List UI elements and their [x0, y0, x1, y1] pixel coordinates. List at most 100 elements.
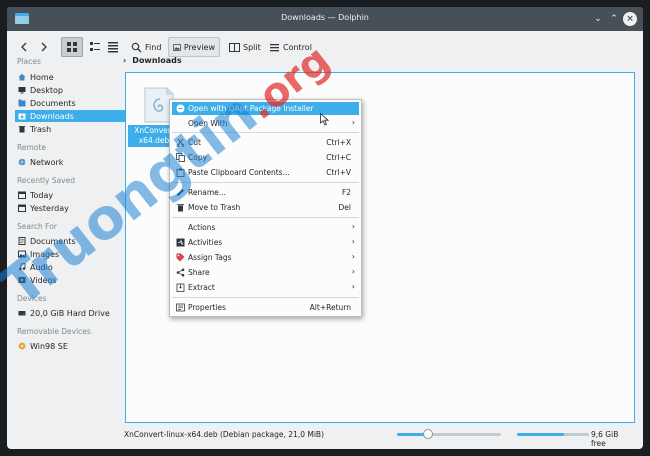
preview-button[interactable]: Preview: [168, 37, 220, 57]
desktop-icon: [18, 87, 26, 94]
titlebar[interactable]: Downloads — Dolphin ⌄ ⌃ ×: [7, 7, 643, 31]
sidebar-item-win98[interactable]: Win98 SE: [15, 340, 125, 352]
menu-item-paste[interactable]: Paste Clipboard Contents... Ctrl+V: [172, 166, 359, 179]
menu-item-shortcut: Ctrl+X: [326, 138, 351, 147]
menu-item-open-with-qapt[interactable]: Open with QApt Package Installer: [172, 102, 359, 115]
breadcrumb[interactable]: › Downloads: [123, 56, 182, 65]
split-view-icon: [229, 42, 240, 52]
zoom-slider[interactable]: [397, 429, 501, 439]
status-text: XnConvert-linux-x64.deb (Debian package,…: [124, 430, 324, 439]
menu-item-label: Properties: [188, 303, 226, 312]
removable-devices-header: Removable Devices: [17, 327, 91, 336]
sidebar-item-desktop[interactable]: Desktop: [15, 84, 125, 96]
sidebar-item-trash[interactable]: Trash: [15, 123, 125, 135]
sidebar-item-label: Images: [30, 249, 60, 259]
menu-item-label: Share: [188, 268, 210, 277]
menu-item-cut[interactable]: Cut Ctrl+X: [172, 136, 359, 149]
details-view-button[interactable]: [103, 37, 123, 57]
sidebar-item-downloads[interactable]: Downloads: [15, 110, 125, 122]
menu-item-extract[interactable]: Extract ›: [172, 281, 359, 294]
sidebar-item-yesterday[interactable]: Yesterday: [15, 202, 125, 214]
sidebar-item-images[interactable]: Images: [15, 248, 125, 260]
image-preview-icon: [173, 43, 181, 51]
menu-item-shortcut: Ctrl+V: [326, 168, 351, 177]
sidebar-item-documents[interactable]: Documents: [15, 97, 125, 109]
menu-item-label: Rename...: [188, 188, 226, 197]
menu-item-activities[interactable]: Activities ›: [172, 236, 359, 249]
free-space-bar: [517, 433, 589, 436]
sidebar-item-home[interactable]: Home: [15, 71, 125, 83]
zoom-slider-handle[interactable]: [423, 429, 434, 439]
menu-item-label: Move to Trash: [188, 203, 241, 212]
menu-item-shortcut: Del: [338, 203, 351, 212]
split-button[interactable]: Split: [225, 37, 265, 57]
maximize-button[interactable]: ⌃: [607, 12, 621, 26]
menu-item-copy[interactable]: Copy Ctrl+C: [172, 151, 359, 164]
breadcrumb-current[interactable]: Downloads: [132, 56, 181, 65]
places-header: Places: [17, 57, 41, 66]
menu-item-label: Cut: [188, 138, 201, 147]
submenu-arrow-icon: ›: [351, 222, 355, 231]
paste-icon: [176, 168, 185, 177]
sidebar-item-label: Today: [30, 190, 54, 200]
arrow-left-icon: [21, 42, 27, 52]
menu-item-assign-tags[interactable]: Assign Tags ›: [172, 251, 359, 264]
menu-item-share[interactable]: Share ›: [172, 266, 359, 279]
forward-button[interactable]: [35, 37, 53, 57]
hard-drive-icon: [18, 311, 26, 316]
close-button[interactable]: ×: [623, 12, 637, 26]
sidebar-item-today[interactable]: Today: [15, 189, 125, 201]
context-menu: Open with QApt Package Installer Open Wi…: [169, 99, 362, 317]
menu-item-label: Open with QApt Package Installer: [188, 104, 314, 113]
menu-item-shortcut: F2: [341, 188, 351, 197]
videos-icon: [18, 277, 26, 283]
details-view-icon: [108, 42, 118, 53]
menu-item-rename[interactable]: Rename... F2: [172, 186, 359, 199]
documents-icon: [18, 237, 26, 245]
sidebar-item-hard-drive[interactable]: 20,0 GiB Hard Drive: [15, 307, 125, 319]
icons-view-button[interactable]: [61, 37, 83, 57]
menu-item-move-to-trash[interactable]: Move to Trash Del: [172, 201, 359, 214]
icons-view-icon: [67, 42, 77, 52]
downloads-icon: [18, 113, 26, 120]
remote-header: Remote: [17, 143, 46, 152]
menu-item-actions[interactable]: Actions ›: [172, 221, 359, 234]
images-icon: [18, 250, 26, 258]
control-button[interactable]: Control: [265, 37, 316, 57]
compact-view-icon: [90, 42, 100, 51]
sidebar-item-label: Downloads: [30, 111, 74, 121]
free-space-bar-fill: [517, 433, 564, 436]
activities-icon: [176, 238, 185, 247]
sidebar-item-search-documents[interactable]: Documents: [15, 235, 125, 247]
rename-icon: [177, 189, 184, 196]
split-label: Split: [243, 42, 261, 52]
menu-item-open-with[interactable]: Open With ›: [172, 117, 359, 130]
menu-item-properties[interactable]: Properties Alt+Return: [172, 301, 359, 314]
menu-separator: [172, 217, 359, 218]
menu-separator: [172, 182, 359, 183]
back-button[interactable]: [15, 37, 33, 57]
sidebar-item-network[interactable]: Network: [15, 156, 125, 168]
menu-item-label: Extract: [188, 283, 215, 292]
menu-separator: [172, 297, 359, 298]
menu-item-label: Copy: [188, 153, 208, 162]
package-install-icon: [176, 104, 185, 113]
free-space-label: 9,6 GiB free: [591, 430, 619, 448]
submenu-arrow-icon: ›: [351, 282, 355, 291]
sidebar-item-audio[interactable]: Audio: [15, 261, 125, 273]
window-title: Downloads — Dolphin: [281, 13, 369, 22]
find-button[interactable]: Find: [127, 37, 165, 57]
sidebar-item-label: Yesterday: [30, 203, 69, 213]
archive-extract-icon: [176, 283, 185, 292]
menu-separator: [172, 132, 359, 133]
search-icon: [131, 42, 142, 52]
submenu-arrow-icon: ›: [351, 237, 355, 246]
minimize-button[interactable]: ⌄: [591, 12, 605, 26]
compact-view-button[interactable]: [85, 37, 105, 57]
sidebar-item-videos[interactable]: Videos: [15, 274, 125, 286]
hamburger-menu-icon: [270, 43, 279, 51]
documents-icon: [18, 99, 26, 107]
menu-item-label: Paste Clipboard Contents...: [188, 168, 290, 177]
sidebar-item-label: 20,0 GiB Hard Drive: [30, 308, 110, 318]
network-icon: [18, 158, 26, 166]
